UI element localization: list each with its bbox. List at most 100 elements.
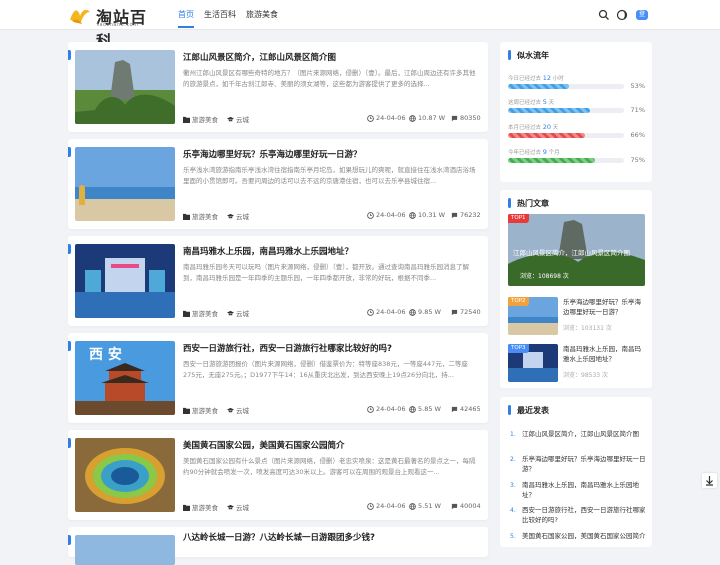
meta-author[interactable]: 云城 [227,114,249,124]
article-title[interactable]: 八达岭长城一日游？八达岭长城一日游跟团多少钱? [183,531,483,543]
progress-day: 今日已经过去 12 小时 53% [508,74,645,90]
article-thumbnail[interactable] [75,147,175,221]
meta-size: 9.85 W [409,308,441,316]
globe-icon [409,405,416,413]
site-header: 淘站百科 taozhan5.com 首页 生活百科 旅游美食 登 [0,0,720,51]
meta-views: 80350 [451,114,481,122]
xian-tower-image: 西 安 [75,341,175,415]
mountain-image [75,50,175,124]
card-accent [68,438,71,448]
nav-home[interactable]: 首页 [178,0,194,30]
meta-category[interactable]: 旅游美食 [183,114,218,124]
article-title[interactable]: 乐亭海边哪里好玩？乐亭海边哪里好玩一日游？ [183,148,483,160]
recent-title: 美国黄石国家公园，美国黄石国家公园简介 [522,532,646,540]
meta-views: 76232 [451,211,481,219]
hot-thumbnail[interactable]: TOP3 [508,344,558,382]
article-card[interactable]: 江郎山风景区简介，江郎山风景区简介图 衢州江郎山风景区有哪些奇特的地方？（图片来… [68,42,488,132]
article-title[interactable]: 南昌玛雅水上乐园，南昌玛雅水上乐园地址？ [183,245,483,257]
card-accent [68,50,71,60]
meta-category[interactable]: 旅游美食 [183,405,218,415]
widget-title: 最近发表 [517,406,549,415]
recent-title: 南昌玛雅水上乐园，南昌玛雅水上乐园地址？ [522,481,639,499]
meta-size: 5.51 W [409,502,441,510]
scroll-down-button[interactable] [702,473,717,488]
progress-percent: 66% [630,131,645,139]
beach-image [75,147,175,221]
hot-item[interactable]: TOP2 乐亭海边哪里好玩？乐亭海边哪里好玩一日游？ 浏览：103131 次 [508,297,645,335]
article-meta: 旅游美食 云城 24-04-06 10.31 W 76232 [183,211,481,221]
article-thumbnail[interactable] [75,244,175,318]
article-thumbnail[interactable] [75,438,175,512]
progress-week: 这周已经过去 5 天 71% [508,98,645,114]
cap-icon [227,407,234,412]
clock-icon [367,405,374,413]
hot-title[interactable]: 乐亭海边哪里好玩？乐亭海边哪里好玩一日游？ [563,297,645,317]
article-meta: 旅游美食 云城 24-04-06 9.85 W 72540 [183,308,481,318]
main-nav: 首页 生活百科 旅游美食 [178,0,288,30]
hot-views: 浏览：103131 次 [563,325,612,332]
card-accent [68,244,71,254]
site-domain: taozhan5.com [97,22,139,28]
progress-year: 今年已经过去 9 个月 75% [508,148,645,164]
site-logo[interactable]: 淘站百科 taozhan5.com [68,4,158,51]
hot-item[interactable]: TOP3 南昌玛雅水上乐园，南昌玛雅水上乐园地址？ 浏览：98533 次 [508,344,645,382]
hot-articles-widget: 热门文章 TOP1 江郎山风景区简介，江郎山风景区简介图 浏览：108698 次… [500,190,652,388]
hot-thumbnail[interactable]: TOP2 [508,297,558,335]
article-card[interactable]: 八达岭长城一日游？八达岭长城一日游跟团多少钱? [68,527,488,565]
cap-icon [227,116,234,121]
meta-category[interactable]: 旅游美食 [183,502,218,512]
dark-mode-icon[interactable] [616,9,628,21]
meta-author[interactable]: 云城 [227,405,249,415]
rank-tag: TOP3 [508,344,529,353]
card-accent [68,535,71,545]
article-thumbnail[interactable] [75,50,175,124]
meta-category[interactable]: 旅游美食 [183,308,218,318]
article-card[interactable]: 乐亭海边哪里好玩？乐亭海边哪里好玩一日游？ 乐亭浅水湾旅游指南乐亭浅水湾住宿指南… [68,139,488,229]
meta-author[interactable]: 云城 [227,502,249,512]
nav-travel-food[interactable]: 旅游美食 [246,0,278,30]
comment-icon [451,212,458,218]
meta-category[interactable]: 旅游美食 [183,211,218,221]
article-thumbnail[interactable]: 西 安 [75,341,175,415]
login-button[interactable]: 登 [636,10,648,20]
search-icon[interactable] [598,9,610,21]
progress-fill [508,133,585,138]
article-title[interactable]: 西安一日游旅行社，西安一日游旅行社哪家比较好的吗? [183,342,483,354]
hot-title[interactable]: 江郎山风景区简介，江郎山风景区简介图 [513,247,643,257]
cap-icon [227,213,234,218]
article-excerpt: 南昌玛雅乐园冬天可以玩吗（图片来源网络，侵删）〔壹〕，都开放。通过查询南昌玛雅乐… [183,263,469,282]
meta-author[interactable]: 云城 [227,308,249,318]
article-title[interactable]: 美国黄石国家公园，美国黄石国家公园简介 [183,439,483,451]
article-title[interactable]: 江郎山风景区简介，江郎山风景区简介图 [183,51,483,63]
progress-fill [508,108,591,113]
meta-date: 24-04-06 [367,405,406,413]
comment-icon [451,115,458,121]
clock-icon [367,308,374,316]
article-card[interactable]: 美国黄石国家公园，美国黄石国家公园简介 美国黄石国家公园有什么景点（图片来源网络… [68,430,488,520]
folder-icon [183,504,190,511]
recent-posts-widget: 最近发表 1. 江郎山风景区简介，江郎山风景区简介图 2. 乐亭海边哪里好玩？乐亭海… [500,397,652,547]
card-accent [68,147,71,157]
article-card[interactable]: 南昌玛雅水上乐园，南昌玛雅水上乐园地址？ 南昌玛雅乐园冬天可以玩吗（图片来源网络… [68,236,488,326]
rank-tag: TOP2 [508,297,529,306]
meta-date: 24-04-06 [367,114,406,122]
folder-icon [183,310,190,317]
globe-icon [409,308,416,316]
meta-date: 24-04-06 [367,211,406,219]
progress-fill [508,84,570,89]
logo-bird-icon [70,9,90,24]
hot-title[interactable]: 南昌玛雅水上乐园，南昌玛雅水上乐园地址？ [563,344,645,364]
hot-views: 浏览：98533 次 [563,372,608,379]
arrow-down-icon [706,476,713,486]
meta-size: 10.31 W [409,211,445,219]
waterpark-image [75,244,175,318]
nav-life[interactable]: 生活百科 [204,0,236,30]
progress-fill [508,158,595,163]
article-card[interactable]: 西 安 西安一日游旅行社，西安一日游旅行社哪家比较好的吗? 西安一日游旅游团报价… [68,333,488,423]
meta-author[interactable]: 云城 [227,211,249,221]
cap-icon [227,504,234,509]
widget-accent [508,405,511,415]
folder-icon [183,213,190,220]
clock-icon [367,114,374,122]
hot-top1[interactable]: TOP1 江郎山风景区简介，江郎山风景区简介图 浏览：108698 次 [508,214,645,286]
